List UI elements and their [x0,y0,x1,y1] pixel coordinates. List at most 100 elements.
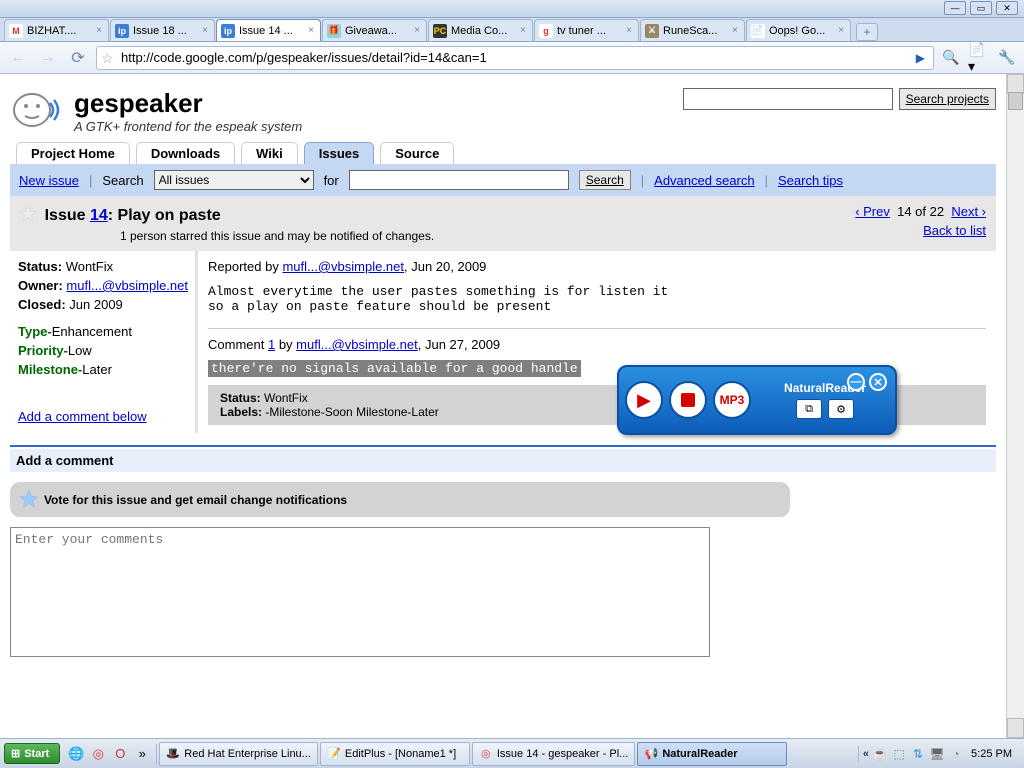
tab-issues[interactable]: Issues [304,142,374,164]
quick-launch: 🌐 ◎ O » [62,744,157,764]
clock[interactable]: 5:25 PM [967,748,1016,760]
issue-toolbar: New issue | Search All issues for Search… [10,164,996,196]
search-projects: Search projects [683,88,996,110]
nr-settings-button[interactable]: ⚙ [828,399,854,419]
closed-value: Jun 2009 [69,297,123,312]
tab-label: Media Co... [451,25,507,37]
star-icon[interactable]: ★ [20,204,36,224]
tab-project-home[interactable]: Project Home [16,142,130,164]
search-projects-button[interactable]: Search projects [899,88,996,110]
new-tab-button[interactable]: + [856,23,878,41]
nr-play-button[interactable]: ▶ [625,381,663,419]
vertical-scrollbar[interactable] [1006,74,1024,738]
tab-source[interactable]: Source [380,142,454,164]
close-icon[interactable]: × [94,25,104,36]
browser-tab-5[interactable]: gtv tuner ...× [534,19,639,41]
address-bar[interactable]: ☆ http://code.google.com/p/gespeaker/iss… [96,46,934,70]
vote-star-icon[interactable]: ★ [20,487,38,512]
tray-expand-icon[interactable]: « [863,748,869,760]
close-icon[interactable]: × [624,25,634,36]
close-icon[interactable]: × [730,25,740,36]
close-icon[interactable]: × [306,25,316,36]
task-naturalreader[interactable]: 📢NaturalReader [637,742,787,766]
minimize-button[interactable]: — [944,1,966,15]
search-icon[interactable]: 🔍 [940,47,962,69]
label-type: Type- [18,324,52,339]
wrench-icon[interactable]: 🔧 [996,47,1018,69]
nr-window-button[interactable]: ⧉ [796,399,822,419]
browser-tab-4[interactable]: PCMedia Co...× [428,19,533,41]
browser-tab-6[interactable]: ⚔RuneSca...× [640,19,745,41]
page-menu-icon[interactable]: 📄▾ [968,47,990,69]
ql-opera-icon[interactable]: O [110,744,130,764]
tray-icon[interactable]: 🖥 [929,746,945,762]
browser-tab-0[interactable]: MBIZHAT....× [4,19,109,41]
project-header: gespeaker A GTK+ frontend for the espeak… [10,84,996,142]
task-editplus[interactable]: 📝EditPlus - [Noname1 *] [320,742,470,766]
nr-minimize-icon[interactable]: — [847,373,865,391]
search-projects-input[interactable] [683,88,893,110]
issue-number-link[interactable]: 14 [90,207,108,224]
tray-icon[interactable]: ◔ [948,746,964,762]
go-button[interactable]: ▶ [916,51,925,65]
owner-link[interactable]: mufl...@vbsimple.net [66,278,188,293]
search-tips-link[interactable]: Search tips [778,173,843,188]
browser-tab-7[interactable]: 📄Oops! Go...× [746,19,851,41]
comment-textarea[interactable] [10,527,710,657]
vote-bar[interactable]: ★ Vote for this issue and get email chan… [10,482,790,517]
browser-tab-3[interactable]: 🎁Giveawa...× [322,19,427,41]
reload-button[interactable]: ⟳ [66,46,90,70]
tab-label: Oops! Go... [769,25,825,37]
project-tabs: Project Home Downloads Wiki Issues Sourc… [10,142,996,164]
windows-icon: ⊞ [11,747,20,760]
close-icon[interactable]: × [518,25,528,36]
for-label: for [324,173,339,188]
close-icon[interactable]: × [836,25,846,36]
task-redhat[interactable]: 🎩Red Hat Enterprise Linu... [159,742,318,766]
back-to-list-link[interactable]: Back to list [923,223,986,238]
bookmark-star-icon[interactable]: ☆ [101,50,117,66]
report-byline: Reported by mufl...@vbsimple.net, Jun 20… [208,259,986,274]
browser-tab-2[interactable]: ipIssue 14 ...× [216,19,321,41]
start-button[interactable]: ⊞ Start [4,743,60,764]
task-chrome[interactable]: ◎Issue 14 - gespeaker - Pl... [472,742,635,766]
tab-wiki[interactable]: Wiki [241,142,298,164]
issue-search-button[interactable]: Search [579,170,631,190]
label-milestone: Milestone- [18,362,82,377]
tab-label: Issue 14 ... [239,25,293,37]
browser-nav-bar: ← → ⟳ ☆ http://code.google.com/p/gespeak… [0,42,1024,74]
tab-label: Issue 18 ... [133,25,187,37]
browser-tab-1[interactable]: ipIssue 18 ...× [110,19,215,41]
next-issue-link[interactable]: Next › [951,204,986,219]
close-icon[interactable]: × [412,25,422,36]
maximize-button[interactable]: ▭ [970,1,992,15]
close-window-button[interactable]: ✕ [996,1,1018,15]
tab-downloads[interactable]: Downloads [136,142,235,164]
nr-close-icon[interactable]: ✕ [869,373,887,391]
prev-issue-link[interactable]: ‹ Prev [855,204,890,219]
tray-icon[interactable]: ⇅ [910,746,926,762]
ql-chrome-icon[interactable]: ◎ [88,744,108,764]
nr-stop-button[interactable] [669,381,707,419]
tray-icon[interactable]: ☕ [872,746,888,762]
nr-mp3-button[interactable]: MP3 [713,381,751,419]
issue-position: 14 of 22 [897,204,944,219]
ql-more-icon[interactable]: » [132,744,152,764]
forward-button[interactable]: → [36,46,60,70]
scrollbar-thumb[interactable] [1008,92,1023,110]
issue-title: ★ Issue 14: Play on paste [20,204,855,225]
search-query-input[interactable] [349,170,569,190]
tray-icon[interactable]: ⬚ [891,746,907,762]
report-body: Almost everytime the user pastes somethi… [208,284,986,314]
ql-ie-icon[interactable]: 🌐 [66,744,86,764]
commenter-link[interactable]: mufl...@vbsimple.net [296,337,418,352]
search-scope-select[interactable]: All issues [154,170,314,190]
project-logo [10,88,62,134]
reporter-link[interactable]: mufl...@vbsimple.net [282,259,404,274]
advanced-search-link[interactable]: Advanced search [654,173,754,188]
add-comment-below-link[interactable]: Add a comment below [18,409,147,424]
naturalreader-widget[interactable]: ▶ MP3 NaturalReader ⧉ ⚙ — ✕ [617,365,897,435]
new-issue-link[interactable]: New issue [19,173,79,188]
back-button[interactable]: ← [6,46,30,70]
close-icon[interactable]: × [200,25,210,36]
